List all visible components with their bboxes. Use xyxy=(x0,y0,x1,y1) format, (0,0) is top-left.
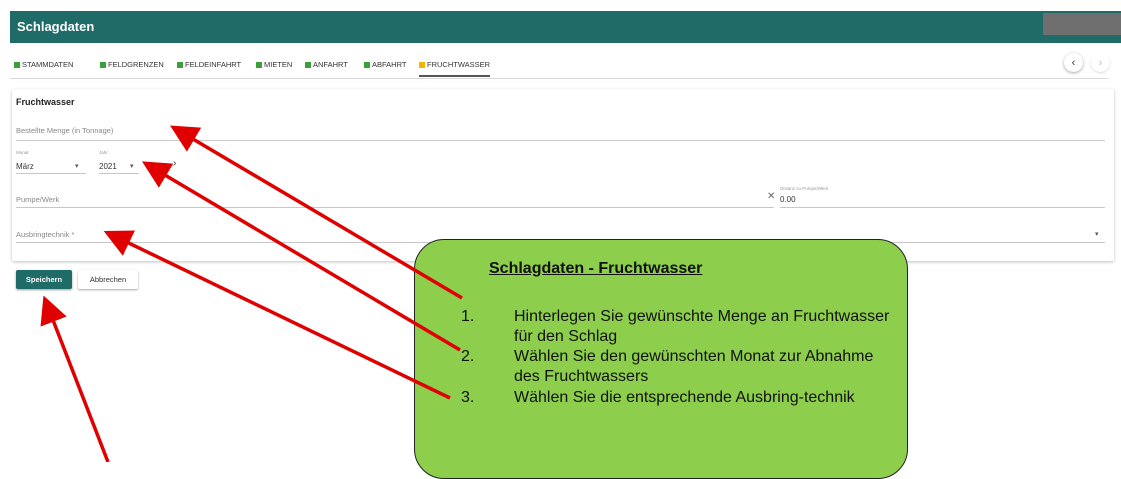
arrow-to-save-button xyxy=(40,295,110,462)
arrow-to-ausbringtechnik xyxy=(103,230,451,400)
annotation-arrows xyxy=(40,125,463,462)
arrow-to-monat xyxy=(141,161,461,352)
arrow-to-bestellte-menge xyxy=(169,125,463,300)
